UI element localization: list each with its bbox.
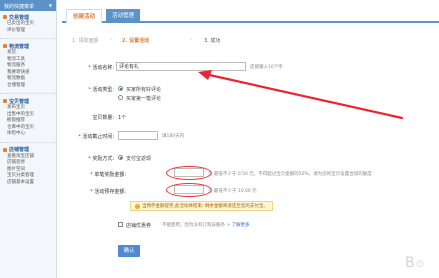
annotation-arrow: [198, 70, 404, 120]
svg-text:B: B: [405, 255, 415, 271]
watermark-logo: B ⊙: [405, 255, 424, 271]
svg-text:⊙: ⊙: [416, 259, 424, 270]
